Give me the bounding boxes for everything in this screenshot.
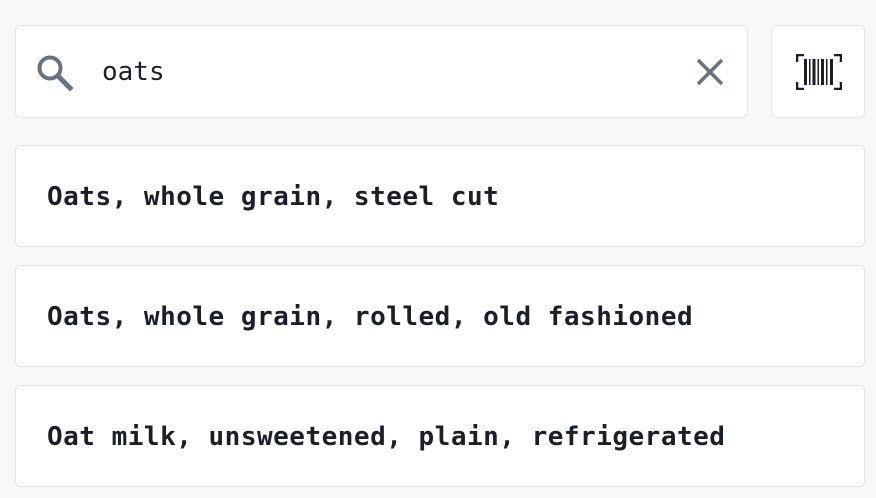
clear-search-button[interactable] [689,51,731,93]
barcode-scan-button[interactable] [771,25,865,118]
close-icon [696,58,724,86]
search-box[interactable] [15,25,748,118]
search-icon [35,53,75,93]
search-result-item[interactable]: Oats, whole grain, rolled, old fashioned [15,265,865,367]
search-result-label: Oats, whole grain, rolled, old fashioned [47,302,694,332]
search-input[interactable] [102,50,662,94]
search-result-label: Oats, whole grain, steel cut [47,182,500,212]
barcode-scan-icon [795,53,843,91]
search-result-label: Oat milk, unsweetened, plain, refrigerat… [47,422,726,452]
search-result-item[interactable]: Oat milk, unsweetened, plain, refrigerat… [15,385,865,487]
search-result-item[interactable]: Oats, whole grain, steel cut [15,145,865,247]
